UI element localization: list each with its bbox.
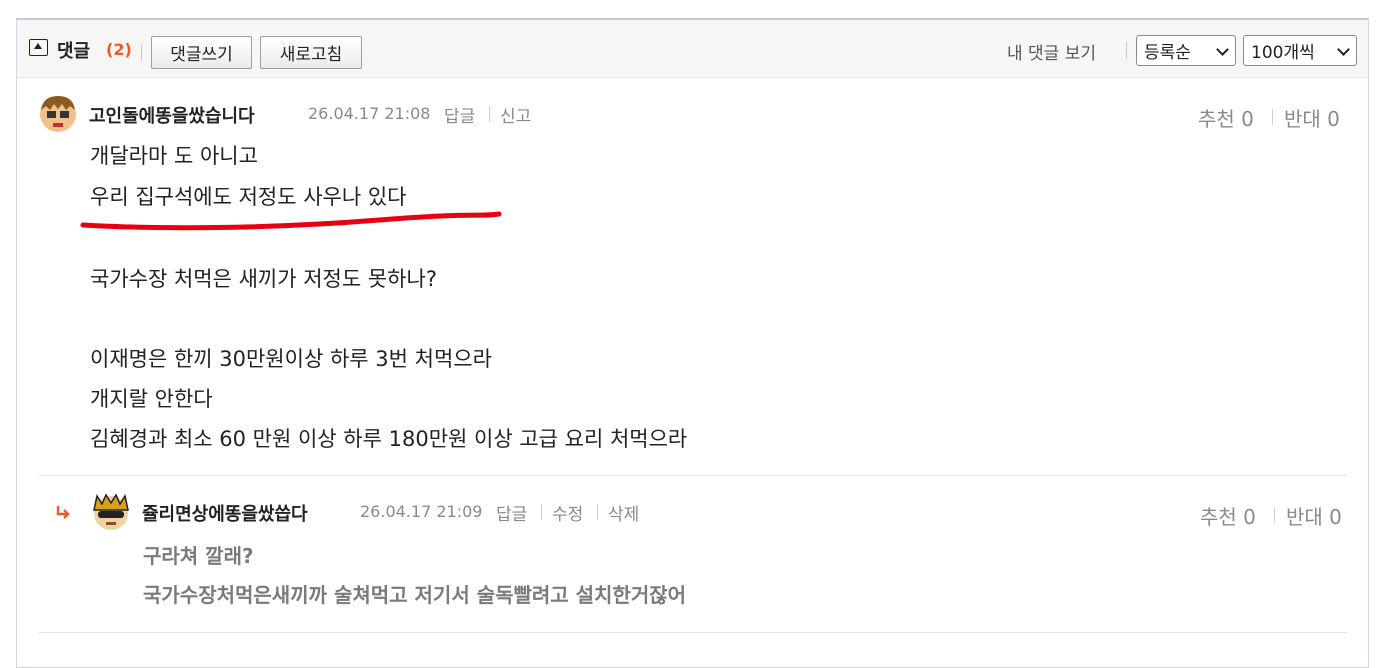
comment-text-line: 김혜경과 최소 60 만원 이상 하루 180만원 이상 고급 요리 처먹으라	[90, 427, 688, 451]
comment-text-line: 구라쳐 깔래?	[143, 544, 254, 568]
reply-arrow-icon	[56, 506, 70, 519]
oppose-button[interactable]: 반대 0	[1286, 501, 1342, 530]
reply-link[interactable]: 답글	[444, 102, 475, 127]
recommend-button[interactable]: 추천 0	[1200, 501, 1256, 530]
oppose-label: 반대	[1286, 505, 1323, 529]
my-comments-link[interactable]: 내 댓글 보기	[1007, 39, 1096, 64]
comment-date: 26.04.17 21:09	[360, 502, 483, 521]
comment-text-line: 국가수장처먹은새끼까 술쳐먹고 저기서 술독빨려고 설치한거잖어	[143, 583, 687, 607]
avatar-icon	[40, 96, 76, 132]
oppose-count: 0	[1329, 505, 1342, 529]
avatar-icon	[93, 493, 129, 530]
chevron-down-icon	[1216, 43, 1229, 56]
comment-text-line: 이재명은 한끼 30만원이상 하루 3번 처먹으라	[90, 347, 492, 371]
oppose-count: 0	[1327, 107, 1340, 131]
delete-link[interactable]: 삭제	[608, 500, 639, 525]
comment-date: 26.04.17 21:08	[308, 104, 431, 123]
comment-divider	[39, 632, 1347, 633]
comment-text-line: 우리 집구석에도 저정도 사우나 있다	[90, 185, 407, 209]
comment-section-title: 댓글	[57, 41, 91, 62]
comment-author[interactable]: 고인돌에똥을쌌습니다	[89, 102, 255, 128]
comment-header: 댓글 (2) 댓글쓰기 새로고침 내 댓글 보기 등록순 100개씩	[17, 20, 1368, 78]
recommend-count: 0	[1241, 107, 1254, 131]
report-link[interactable]: 신고	[500, 102, 531, 127]
per-page-select-value: 100개씩	[1251, 43, 1315, 63]
divider	[1126, 42, 1127, 59]
comment-text-line: 개달라마 도 아니고	[90, 144, 258, 168]
recommend-button[interactable]: 추천 0	[1198, 103, 1254, 132]
recommend-label: 추천	[1200, 505, 1237, 529]
comment-text-line: 개지랄 안한다	[90, 387, 213, 411]
sort-select[interactable]: 등록순	[1136, 35, 1236, 66]
sort-select-value: 등록순	[1144, 43, 1191, 63]
write-comment-button[interactable]: 댓글쓰기	[151, 36, 252, 69]
recommend-count: 0	[1243, 505, 1256, 529]
divider	[141, 44, 142, 61]
comment-divider	[39, 475, 1347, 476]
reply-link[interactable]: 답글	[496, 500, 527, 525]
red-underline-annotation	[80, 211, 502, 231]
comment-text-line: 국가수장 처먹은 새끼가 저정도 못하나?	[90, 267, 437, 291]
collapse-toggle-icon[interactable]	[29, 39, 48, 56]
recommend-label: 추천	[1198, 107, 1235, 131]
comment-panel: 댓글 (2) 댓글쓰기 새로고침 내 댓글 보기 등록순 100개씩 고인돌에똥…	[16, 18, 1369, 668]
comment-count: (2)	[106, 40, 132, 59]
divider	[1274, 507, 1275, 523]
oppose-button[interactable]: 반대 0	[1284, 103, 1340, 132]
refresh-button[interactable]: 새로고침	[260, 36, 362, 69]
oppose-label: 반대	[1284, 107, 1321, 131]
comment-author[interactable]: 쥴리면상에똥을쌌씁다	[142, 500, 308, 526]
chevron-down-icon	[1337, 43, 1350, 56]
per-page-select[interactable]: 100개씩	[1243, 35, 1357, 66]
divider	[1272, 109, 1273, 125]
divider	[597, 504, 598, 520]
edit-link[interactable]: 수정	[552, 500, 583, 525]
divider	[489, 106, 490, 122]
divider	[541, 504, 542, 520]
